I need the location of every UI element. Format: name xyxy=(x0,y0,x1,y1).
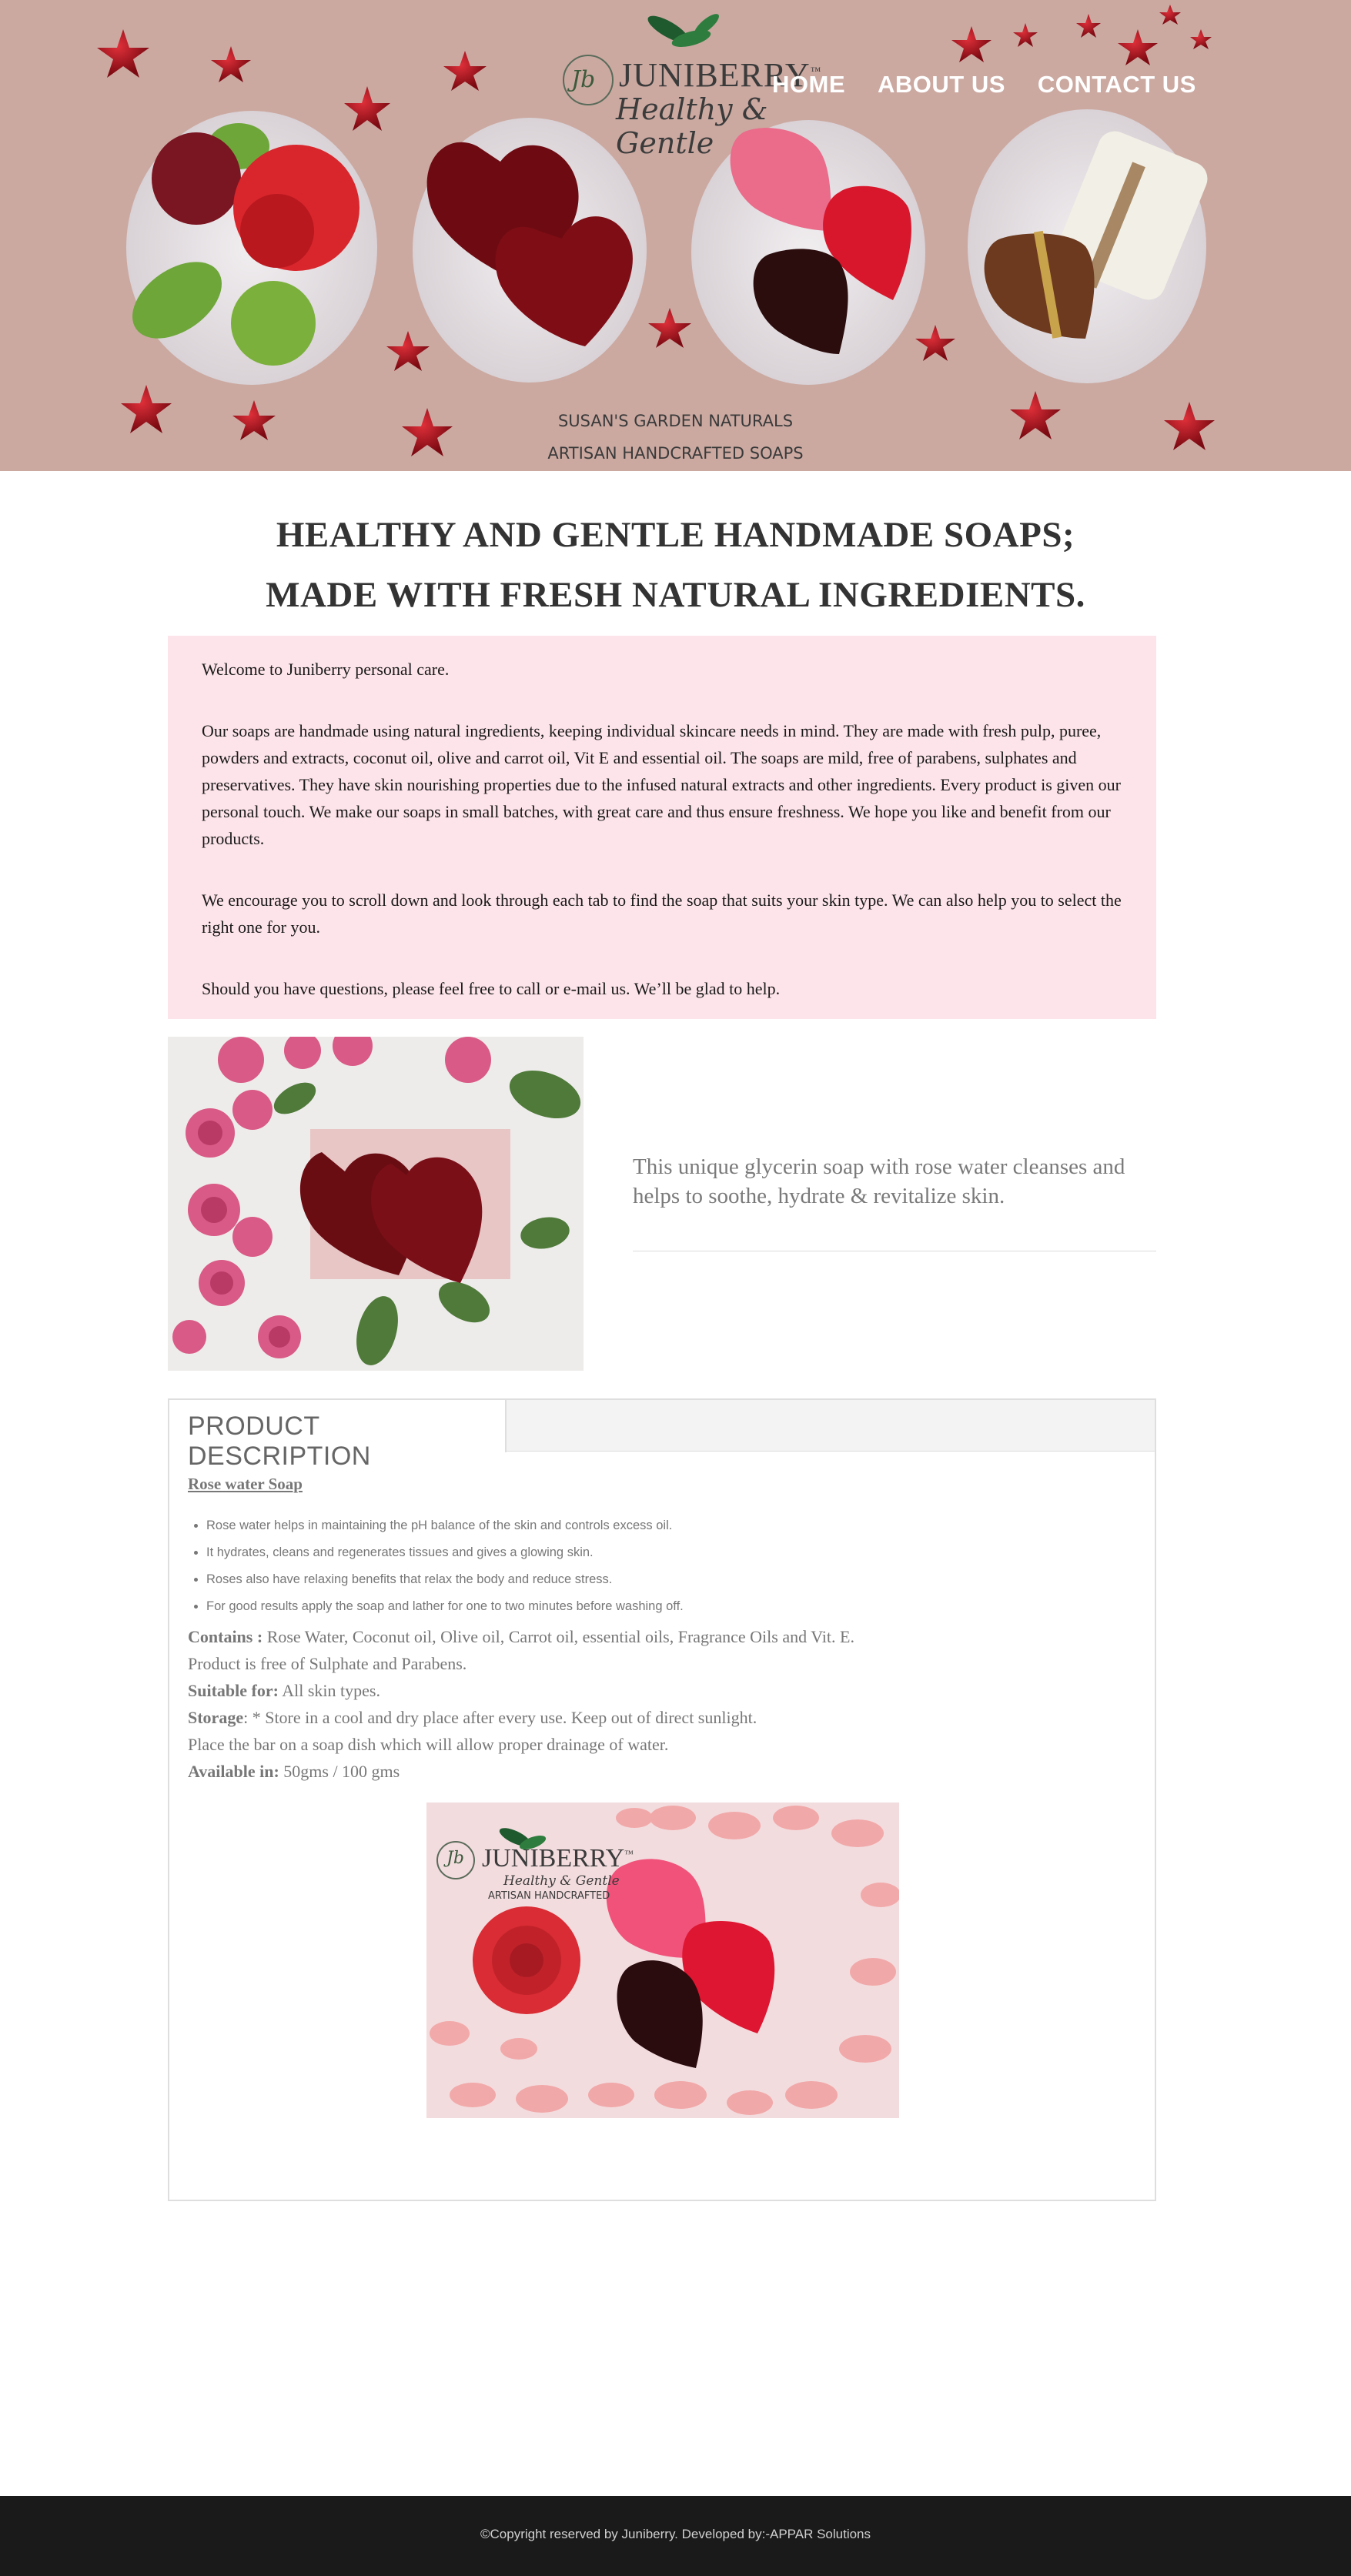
product-image: Jb JUNIBERRY™ Healthy & Gentle ARTISAN H… xyxy=(426,1803,899,2118)
rose-soap-illustration xyxy=(168,1037,584,1371)
nav-contact-us[interactable]: CONTACT US xyxy=(1038,71,1196,99)
product-image-caption: ARTISAN HANDCRAFTED xyxy=(488,1890,610,1902)
product-free-of: Product is free of Sulphate and Parabens… xyxy=(188,1654,467,1673)
site-logo[interactable]: Jb JUNIBERRY™ Healthy & Gentle xyxy=(560,6,821,160)
product-storage-note: Place the bar on a soap dish which will … xyxy=(188,1735,669,1754)
page-heading-line2: MADE WITH FRESH NATURAL INGREDIENTS. xyxy=(266,575,1085,615)
tab-product-description[interactable]: PRODUCT DESCRIPTION xyxy=(169,1400,507,1471)
hero-banner: Jb JUNIBERRY™ Healthy & Gentle HOME ABOU… xyxy=(0,0,1351,471)
feature-description: This unique glycerin soap with rose wate… xyxy=(633,1154,1125,1208)
logo-monogram: Jb xyxy=(571,66,596,93)
product-image-monogram: Jb xyxy=(446,1849,464,1868)
product-storage: Storage: * Store in a cool and dry place… xyxy=(188,1708,757,1727)
list-item: Rose water helps in maintaining the pH b… xyxy=(206,1512,1135,1539)
intro-contact: Should you have questions, please feel f… xyxy=(202,979,781,998)
product-available-in: Available in: 50gms / 100 gms xyxy=(188,1762,400,1781)
nav-about-us[interactable]: ABOUT US xyxy=(878,71,1005,99)
intro-about: Our soaps are handmade using natural ing… xyxy=(202,721,1121,848)
hero-caption-line1: SUSAN'S GARDEN NATURALS xyxy=(557,412,794,430)
intro-box: Welcome to Juniberry personal care. Our … xyxy=(168,636,1156,1019)
tab-panel: Rose water Soap Rose water helps in main… xyxy=(188,1475,1135,1785)
main-nav: HOME ABOUT US CONTACT US xyxy=(772,71,1196,99)
product-contains: Contains : Rose Water, Coconut oil, Oliv… xyxy=(188,1627,854,1646)
list-item: Roses also have relaxing benefits that r… xyxy=(206,1566,1135,1593)
hero-caption-line2: ARTISAN HANDCRAFTED SOAPS xyxy=(547,444,804,463)
rose-soap-feature-image xyxy=(168,1037,584,1371)
intro-welcome: Welcome to Juniberry personal care. xyxy=(202,660,450,679)
product-image-brand: JUNIBERRY™ xyxy=(482,1844,634,1873)
product-suitable-for: Suitable for: All skin types. xyxy=(188,1681,380,1700)
intro-browse: We encourage you to scroll down and look… xyxy=(202,890,1122,937)
product-benefits-list: Rose water helps in maintaining the pH b… xyxy=(188,1512,1135,1620)
product-name: Rose water Soap xyxy=(188,1475,303,1493)
page-heading-line1: HEALTHY AND GENTLE HANDMADE SOAPS; xyxy=(276,515,1075,555)
list-item: It hydrates, cleans and regenerates tiss… xyxy=(206,1539,1135,1566)
logo-tagline: Healthy & Gentle xyxy=(616,92,768,160)
list-item: For good results apply the soap and lath… xyxy=(206,1593,1135,1620)
nav-home[interactable]: HOME xyxy=(772,71,845,99)
site-footer: ©Copyright reserved by Juniberry. Develo… xyxy=(0,2496,1351,2576)
product-image-tagline: Healthy & Gentle xyxy=(503,1873,620,1889)
product-tabs: PRODUCT DESCRIPTION Rose water Soap Rose… xyxy=(168,1398,1156,2201)
copyright-text: ©Copyright reserved by Juniberry. Develo… xyxy=(480,2527,871,2541)
